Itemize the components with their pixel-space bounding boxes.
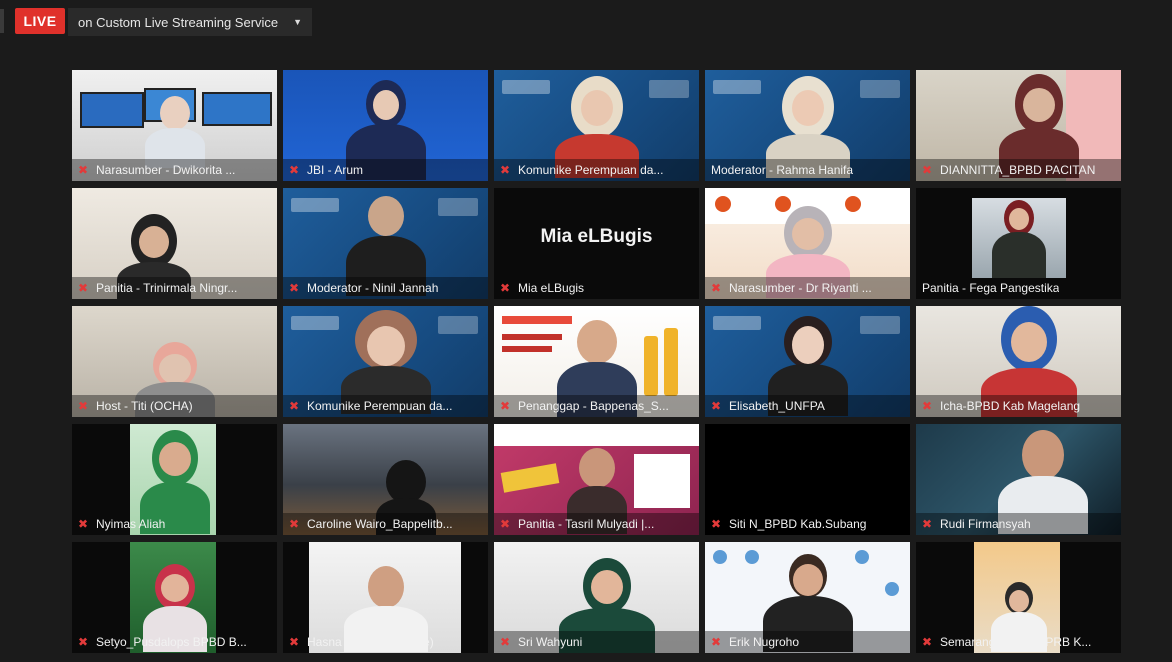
participant-name-bar: ✖ Penanggap - Bappenas_S... [494,395,699,417]
participant-name-bar: ✖ Panitia - Trinirmala Ningr... [72,277,277,299]
meeting-top-bar: LIVE on Custom Live Streaming Service ▼ [0,0,1172,42]
mic-off-icon: ✖ [78,163,89,177]
participant-tile[interactable]: ✖ JBI - Arum [283,70,488,181]
participant-tile[interactable]: ✖ Setyo_Pusdalops BPBD B... [72,542,277,653]
mic-off-icon: ✖ [922,635,933,649]
stream-target-label: on Custom Live Streaming Service [78,14,279,30]
mic-off-icon: ✖ [78,399,89,413]
mic-off-icon: ✖ [922,399,933,413]
participant-name-bar: ✖ JBI - Arum [283,159,488,181]
participant-name-bar: ✖ Panitia - Tasril Mulyadi |... [494,513,699,535]
video-off-display-name: Mia eLBugis [540,226,653,247]
participant-tile[interactable]: ✖ Moderator - Ninil Jannah [283,188,488,299]
mic-off-icon: ✖ [78,517,89,531]
mic-off-icon: ✖ [711,635,722,649]
mic-off-icon: ✖ [289,281,300,295]
participant-name-bar: ✖ Nyimas Aliah [78,517,166,531]
participant-name-bar: ✖ Sri Wahyuni [494,631,699,653]
participant-tile[interactable]: ✖ Rudi Firmansyah [916,424,1121,535]
participant-tile[interactable]: ✖ Komunike Perempuan da... [494,70,699,181]
participant-name-bar: ✖ Moderator - Ninil Jannah [283,277,488,299]
mic-off-icon: ✖ [78,635,89,649]
participant-name-bar: ✖ Elisabeth_UNFPA [705,395,910,417]
mic-off-icon: ✖ [289,163,300,177]
mic-off-icon: ✖ [500,635,511,649]
mic-off-icon: ✖ [289,635,300,649]
participant-tile[interactable]: ✖ Komunike Perempuan da... [283,306,488,417]
participant-tile[interactable]: ✖ DIANNITTA_BPBD PACITAN [916,70,1121,181]
mic-off-icon: ✖ [922,517,933,531]
participant-name-bar: ✖ Semarang Pertiwi FPRB K... [922,635,1092,649]
participant-tile[interactable]: ✖ Semarang Pertiwi FPRB K... [916,542,1121,653]
participant-name-bar: ✖ Komunike Perempuan da... [494,159,699,181]
mic-off-icon: ✖ [500,399,511,413]
mic-off-icon: ✖ [289,399,300,413]
participant-name-bar: ✖ Erik Nugroho [705,631,910,653]
participant-tile[interactable]: ✖ Erik Nugroho [705,542,910,653]
mic-off-icon: ✖ [711,281,722,295]
participant-tile[interactable]: ✖ Narasumber - Dr Riyanti ... [705,188,910,299]
participant-tile[interactable]: ✖ Hasna (sekdes Malaue) [283,542,488,653]
participant-tile[interactable]: ✖ Penanggap - Bappenas_S... [494,306,699,417]
mic-off-icon: ✖ [500,517,511,531]
participant-name-bar: ✖ Narasumber - Dr Riyanti ... [705,277,910,299]
participant-tile[interactable]: ✖ Narasumber - Dwikorita ... [72,70,277,181]
mic-off-icon: ✖ [500,163,511,177]
mic-off-icon: ✖ [922,163,933,177]
participant-tile[interactable]: ✖ Icha-BPBD Kab Magelang [916,306,1121,417]
live-badge[interactable]: LIVE [15,8,65,34]
participant-name-bar: ✖ Host - Titi (OCHA) [72,395,277,417]
participant-name-bar: ✖ DIANNITTA_BPBD PACITAN [916,159,1121,181]
participant-tile[interactable]: Panitia - Fega Pangestika [916,188,1121,299]
participant-tile-video-off[interactable]: Mia eLBugis ✖ Mia eLBugis [494,188,699,299]
participant-name-bar: ✖ Caroline Wairo_Bappelitb... [283,513,488,535]
mic-off-icon: ✖ [711,517,722,531]
mic-off-icon: ✖ [500,281,511,295]
participant-tile[interactable]: ✖ Sri Wahyuni [494,542,699,653]
participant-name-bar: ✖ Narasumber - Dwikorita ... [72,159,277,181]
participant-name-bar: Moderator - Rahma Hanifa [705,159,910,181]
participant-tile[interactable]: ✖ Host - Titi (OCHA) [72,306,277,417]
participant-name-bar: ✖ Mia eLBugis [500,281,585,295]
participant-tile[interactable]: ✖ Caroline Wairo_Bappelitb... [283,424,488,535]
participant-tile[interactable]: ✖ Panitia - Trinirmala Ningr... [72,188,277,299]
mic-off-icon: ✖ [289,517,300,531]
participant-name-bar: ✖ Setyo_Pusdalops BPBD B... [78,635,247,649]
participant-tile[interactable]: ✖ Nyimas Aliah [72,424,277,535]
participant-tile-active-speaker[interactable]: Moderator - Rahma Hanifa [705,70,910,181]
window-edge-marker [0,9,4,33]
participant-name-bar: ✖ Komunike Perempuan da... [283,395,488,417]
chevron-down-icon[interactable]: ▼ [293,17,302,27]
participant-tile[interactable]: ✖ Panitia - Tasril Mulyadi |... [494,424,699,535]
participant-tile-video-off[interactable]: ✖ Siti N_BPBD Kab.Subang [705,424,910,535]
participant-name-bar: ✖ Rudi Firmansyah [916,513,1121,535]
participant-name-bar: ✖ Hasna (sekdes Malaue) [289,635,434,649]
participant-name-bar: Panitia - Fega Pangestika [922,281,1060,295]
mic-off-icon: ✖ [78,281,89,295]
live-stream-target-dropdown[interactable]: on Custom Live Streaming Service ▼ [68,8,312,36]
participant-name-bar: ✖ Siti N_BPBD Kab.Subang [711,517,867,531]
gallery-view-grid: ✖ Narasumber - Dwikorita ... ✖ JBI - Aru… [72,70,1121,653]
participant-name-bar: ✖ Icha-BPBD Kab Magelang [916,395,1121,417]
participant-tile[interactable]: ✖ Elisabeth_UNFPA [705,306,910,417]
mic-off-icon: ✖ [711,399,722,413]
